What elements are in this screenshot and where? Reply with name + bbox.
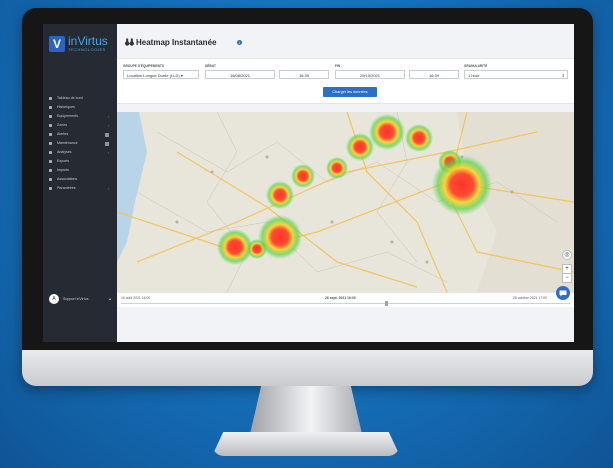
chevron-right-icon: › xyxy=(107,123,109,128)
main-content: Heatmap Instantanée i GROUPE D'ÉQUIPEMEN… xyxy=(117,24,574,342)
group-label: GROUPE D'ÉQUIPEMENTS xyxy=(123,64,164,68)
select-arrows-icon: ⇕ xyxy=(561,73,565,78)
box-icon xyxy=(49,115,52,118)
sidebar-item[interactable]: Exports xyxy=(43,157,117,166)
badge-icon xyxy=(105,141,109,146)
avatar: A xyxy=(49,294,59,304)
sidebar: V inVirtus TECHNOLOGIES Tableau de bord H… xyxy=(43,24,117,342)
binoculars-icon xyxy=(125,38,134,48)
map-canvas xyxy=(117,112,574,292)
sidebar-item[interactable]: Tableau de bord xyxy=(43,94,117,103)
timeline-start: 16 août 2021 16:00 xyxy=(121,296,151,300)
logo-name: inVirtus xyxy=(68,34,108,48)
filter-card: GROUPE D'ÉQUIPEMENTS Location Longue Dur… xyxy=(117,58,574,104)
start-date-input[interactable]: 16/08/2021 xyxy=(205,70,275,79)
sidebar-item[interactable]: Paramètres › xyxy=(43,184,117,193)
heat-spot xyxy=(266,181,294,209)
heat-spot xyxy=(291,164,315,188)
sidebar-item-label: Zones xyxy=(57,123,67,127)
heat-spot xyxy=(432,155,492,215)
page-title: Heatmap Instantanée xyxy=(136,38,217,47)
chart-icon xyxy=(49,106,52,109)
load-data-button[interactable]: Charger les données xyxy=(323,87,377,97)
timeline-current: 26 sept. 2021 16:00 xyxy=(325,296,356,300)
start-label: DÉBUT xyxy=(205,64,216,68)
sidebar-item-label: Maintenance xyxy=(57,141,78,145)
link-icon xyxy=(49,178,52,181)
analytics-icon xyxy=(49,151,52,154)
sidebar-item-label: Paramètres xyxy=(57,186,76,190)
zoom-out-button[interactable]: − xyxy=(562,273,572,283)
timeline-end: 25 octobre 2021 17:00 xyxy=(513,296,547,300)
badge-icon xyxy=(105,132,109,137)
monitor-stand-base xyxy=(212,432,400,456)
start-time-input[interactable]: 16:39 xyxy=(279,70,329,79)
settings-icon xyxy=(49,187,52,190)
chat-icon[interactable] xyxy=(556,286,570,300)
sidebar-item-label: Imports xyxy=(57,168,69,172)
logo[interactable]: V inVirtus TECHNOLOGIES xyxy=(49,34,113,60)
sidebar-item-label: Analyses xyxy=(57,150,72,154)
end-time-input[interactable]: 16:39 xyxy=(409,70,459,79)
group-select[interactable]: Location Longue Durée (LLD) ▾ xyxy=(123,70,199,79)
sidebar-item-label: Equipements xyxy=(57,114,78,118)
bell-icon xyxy=(49,133,52,136)
sidebar-item-label: Exports xyxy=(57,159,70,163)
timeline-handle[interactable] xyxy=(385,301,388,306)
logo-mark: V xyxy=(49,36,65,52)
sidebar-item[interactable]: Analyses › xyxy=(43,148,117,157)
screen: V inVirtus TECHNOLOGIES Tableau de bord H… xyxy=(43,24,574,342)
chevron-right-icon: › xyxy=(107,150,109,155)
end-label: FIN xyxy=(335,64,341,68)
sidebar-item[interactable]: Imports xyxy=(43,166,117,175)
sidebar-nav: Tableau de bord Historiques Equipements › Zo… xyxy=(43,94,117,193)
end-date-input[interactable]: 25/10/2021 xyxy=(335,70,405,79)
locate-icon[interactable]: ◎ xyxy=(562,250,572,260)
granularity-value: 1 hour xyxy=(468,73,480,78)
timeline-track xyxy=(121,303,570,304)
sidebar-item[interactable]: Equipements › xyxy=(43,112,117,121)
heatmap-map[interactable]: ◎ + − xyxy=(117,112,574,292)
chevron-right-icon: › xyxy=(107,114,109,119)
timeline-slider[interactable]: 16 août 2021 16:00 26 sept. 2021 16:00 2… xyxy=(117,292,574,307)
chevron-up-icon: ▴ xyxy=(109,296,112,301)
sidebar-item-label: Alertes xyxy=(57,132,69,136)
home-icon xyxy=(49,97,52,100)
user-name: Support inVirtus xyxy=(63,297,89,301)
wrench-icon xyxy=(49,142,52,145)
export-icon xyxy=(49,160,52,163)
logo-subtitle: TECHNOLOGIES xyxy=(68,47,106,52)
heat-spot xyxy=(326,157,348,179)
import-icon xyxy=(49,169,52,172)
sidebar-item[interactable]: Zones › xyxy=(43,121,117,130)
sidebar-item[interactable]: Historiques xyxy=(43,103,117,112)
chevron-right-icon: › xyxy=(107,186,109,191)
sidebar-item-label: Associations xyxy=(57,177,78,181)
sidebar-item[interactable]: Alertes xyxy=(43,130,117,139)
sidebar-item[interactable]: Maintenance xyxy=(43,139,117,148)
heat-spot xyxy=(405,124,433,152)
circle-icon xyxy=(49,124,52,127)
sidebar-item-label: Tableau de bord xyxy=(57,96,83,100)
heat-spot xyxy=(369,114,405,150)
heat-spot xyxy=(258,215,302,259)
user-menu[interactable]: A Support inVirtus ▴ xyxy=(49,294,113,306)
granularity-select[interactable]: 1 hour ⇕ xyxy=(464,70,568,79)
monitor-stand-neck xyxy=(250,386,362,434)
info-icon[interactable]: i xyxy=(237,40,242,45)
monitor-chin xyxy=(22,350,593,386)
sidebar-item-label: Historiques xyxy=(57,105,75,109)
sidebar-item[interactable]: Associations xyxy=(43,175,117,184)
granularity-label: GRANULARITÉ xyxy=(464,64,488,68)
